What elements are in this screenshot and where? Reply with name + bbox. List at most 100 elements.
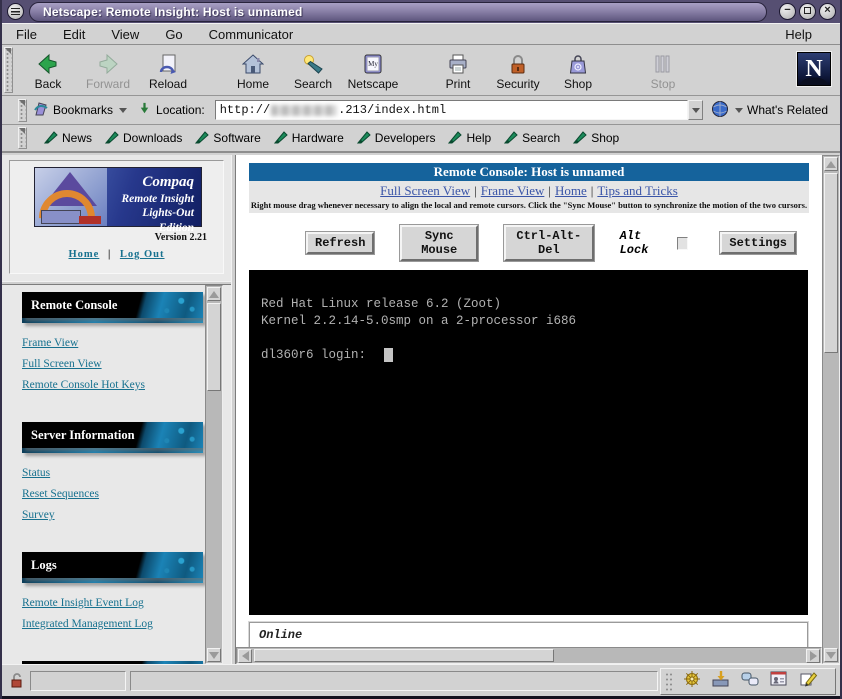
content-nav-link[interactable]: Full Screen View xyxy=(380,183,470,198)
terminal-text: Red Hat Linux release 6.2 (Zoot) Kernel … xyxy=(261,296,808,364)
connection-status: Online xyxy=(249,622,808,647)
personal-bookmark[interactable]: Help xyxy=(448,130,491,147)
instruction-text: Right mouse drag whenever necessary to a… xyxy=(249,200,809,210)
product-name-line2: Lights-Out Edition xyxy=(107,206,194,235)
reload-icon xyxy=(157,51,179,75)
personal-bookmark[interactable]: Hardware xyxy=(274,130,344,147)
alt-lock-checkbox[interactable] xyxy=(677,237,688,250)
url-dropdown-button[interactable] xyxy=(688,100,703,120)
scroll-up-button[interactable] xyxy=(824,157,838,171)
main-vertical-scrollbar[interactable] xyxy=(822,155,840,664)
whats-related-button[interactable]: What's Related xyxy=(711,100,828,121)
sidebar-scrollbar[interactable] xyxy=(205,285,223,664)
minimize-button[interactable]: − xyxy=(779,3,796,20)
sidebar-link[interactable]: Reset Sequences xyxy=(22,484,205,505)
remote-console-screen[interactable]: Red Hat Linux release 6.2 (Zoot) Kernel … xyxy=(249,270,808,615)
settings-button[interactable]: Settings xyxy=(720,232,796,254)
status-message-panel xyxy=(130,671,658,691)
stop-button[interactable]: Stop xyxy=(634,47,692,93)
shop-button[interactable]: Shop xyxy=(549,47,607,93)
bookmark-ribbon-icon xyxy=(504,130,518,147)
scrollbar-thumb[interactable] xyxy=(824,173,838,353)
svg-text:My: My xyxy=(368,60,378,68)
menu-item[interactable]: Edit xyxy=(63,27,97,42)
menu-item-help[interactable]: Help xyxy=(785,27,826,42)
personal-bookmark[interactable]: Downloads xyxy=(105,130,182,147)
bookmarks-menu[interactable]: Bookmarks xyxy=(33,101,127,120)
forward-button[interactable]: Forward xyxy=(79,47,137,93)
address-book-icon[interactable] xyxy=(769,669,789,694)
menu-item[interactable]: View xyxy=(111,27,151,42)
bookmarks-icon xyxy=(33,101,49,120)
menu-item[interactable]: File xyxy=(16,27,49,42)
scroll-right-button[interactable] xyxy=(806,649,820,663)
sidebar-link[interactable]: Integrated Management Log xyxy=(22,614,205,635)
discussions-icon[interactable] xyxy=(740,669,760,694)
sidebar-link[interactable]: Remote Console Hot Keys xyxy=(22,375,205,396)
print-button[interactable]: Print xyxy=(429,47,487,93)
content-nav-link[interactable]: Frame View xyxy=(481,183,545,198)
sidebar-link[interactable]: Remote Insight Event Log xyxy=(22,593,205,614)
main-horizontal-scrollbar[interactable] xyxy=(236,647,822,664)
toolbar-grip[interactable] xyxy=(18,99,27,122)
section-header-strip xyxy=(22,448,203,453)
ctrl-alt-del-button[interactable]: Ctrl-Alt-Del xyxy=(504,225,594,261)
scrollbar-thumb[interactable] xyxy=(254,649,554,662)
window-menu-button[interactable] xyxy=(7,3,24,20)
url-input[interactable]: http://.213/index.html xyxy=(215,100,688,120)
composer-icon[interactable] xyxy=(798,669,818,694)
link-separator: | xyxy=(587,183,598,198)
sidebar-section: Server Information StatusReset SequencesS… xyxy=(22,422,205,526)
personal-bookmark[interactable]: Developers xyxy=(357,130,436,147)
logo-house-art xyxy=(35,168,107,226)
content-nav-link[interactable]: Home xyxy=(555,183,587,198)
security-button[interactable]: Security xyxy=(489,47,547,93)
sidebar-link[interactable]: Survey xyxy=(22,505,205,526)
menu-item[interactable]: Go xyxy=(165,27,194,42)
reload-button[interactable]: Reload xyxy=(139,47,197,93)
toolbar-grip[interactable] xyxy=(18,127,27,149)
netscape-my-button[interactable]: My Netscape xyxy=(344,47,402,93)
content-nav-link[interactable]: Tips and Tricks xyxy=(597,183,677,198)
sidebar-home-link[interactable]: Home xyxy=(68,249,99,260)
compaq-remote-insight-logo: Compaq Remote Insight Lights-Out Edition xyxy=(34,167,202,227)
personal-bookmark[interactable]: News xyxy=(44,130,92,147)
menu-item[interactable]: Communicator xyxy=(209,27,306,42)
personal-bookmark[interactable]: Software xyxy=(195,130,260,147)
section-header: Logs xyxy=(22,552,203,578)
search-button[interactable]: Search xyxy=(284,47,342,93)
back-button[interactable]: Back xyxy=(19,47,77,93)
alt-lock-label: Alt Lock xyxy=(620,229,668,257)
toolbar-grip[interactable] xyxy=(4,47,13,93)
maximize-button[interactable] xyxy=(799,3,816,20)
scroll-up-button[interactable] xyxy=(207,287,221,301)
forward-icon xyxy=(97,51,119,75)
section-header: Remote Console xyxy=(22,292,203,318)
navigator-icon[interactable] xyxy=(682,669,702,694)
sidebar-link[interactable]: Status xyxy=(22,463,205,484)
scroll-down-button[interactable] xyxy=(207,648,221,662)
status-bar xyxy=(2,664,840,699)
scroll-left-button[interactable] xyxy=(238,649,252,663)
home-button[interactable]: Home xyxy=(224,47,282,93)
sidebar-link[interactable]: Frame View xyxy=(22,333,205,354)
section-header: Server Information xyxy=(22,422,203,448)
scrollbar-thumb[interactable] xyxy=(207,303,221,391)
sync-mouse-button[interactable]: Sync Mouse xyxy=(400,225,478,261)
security-padlock-icon[interactable] xyxy=(9,672,25,693)
personal-bookmark[interactable]: Shop xyxy=(573,130,619,147)
netscape-logo[interactable]: N xyxy=(797,52,831,86)
sidebar-link[interactable]: Full Screen View xyxy=(22,354,205,375)
close-button[interactable]: × xyxy=(819,3,836,20)
personal-toolbar: News Downloads Software Hardware Develop… xyxy=(2,125,840,153)
redacted-url-segment xyxy=(271,105,337,116)
mailbox-icon[interactable] xyxy=(711,669,731,694)
logout-link[interactable]: Log Out xyxy=(120,249,165,260)
window-title[interactable]: Netscape: Remote Insight: Host is unname… xyxy=(29,2,767,22)
browser-content: Compaq Remote Insight Lights-Out Edition… xyxy=(2,155,840,664)
personal-bookmark[interactable]: Search xyxy=(504,130,560,147)
component-bar-grip[interactable] xyxy=(665,672,673,691)
shop-bag-icon xyxy=(567,51,589,75)
scroll-down-button[interactable] xyxy=(824,648,838,662)
refresh-button[interactable]: Refresh xyxy=(306,232,374,254)
